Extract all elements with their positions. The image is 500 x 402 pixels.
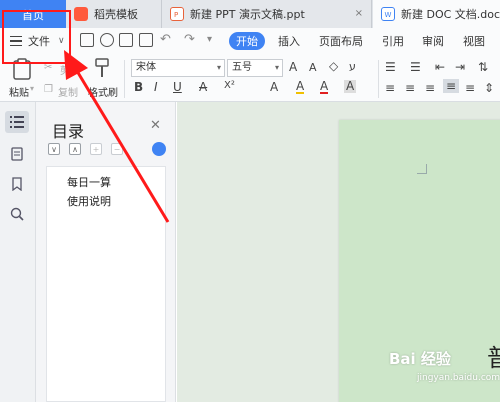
- tab-daoke-label: 稻壳模板: [94, 8, 138, 21]
- menu-review[interactable]: 审阅: [422, 33, 444, 49]
- smart-toc-icon[interactable]: [152, 142, 166, 156]
- menu-references[interactable]: 引用: [382, 33, 404, 49]
- menu-start-label: 开始: [236, 35, 258, 48]
- copy-label: 复制: [58, 88, 78, 99]
- watermark-url: jingyan.baidu.com: [417, 373, 500, 383]
- close-icon[interactable]: ×: [355, 8, 363, 19]
- toc-item-daily-calc[interactable]: 每日一算: [67, 174, 111, 190]
- menu-page-layout[interactable]: 页面布局: [319, 33, 363, 49]
- document-icon: [11, 147, 23, 161]
- decrease-indent-icon[interactable]: ⇤: [435, 60, 445, 74]
- char-shading-button[interactable]: A: [344, 80, 357, 93]
- menu-start[interactable]: 开始: [229, 32, 265, 50]
- toc-panel-button[interactable]: [5, 111, 29, 133]
- margin-corner-mark: [417, 164, 427, 174]
- font-name-select[interactable]: 宋体 ▾: [131, 59, 225, 77]
- toc-list: 每日一算 使用说明: [46, 166, 166, 402]
- tab-ppt-document[interactable]: P 新建 PPT 演示文稿.ppt ×: [162, 0, 372, 28]
- paste-dropdown-icon[interactable]: ▾: [30, 84, 34, 93]
- search-icon: [10, 207, 24, 221]
- align-right-icon[interactable]: ≡: [425, 81, 435, 95]
- font-size-select[interactable]: 五号 ▾: [227, 59, 283, 77]
- svg-text:P: P: [174, 11, 178, 18]
- chevron-down-icon: ▾: [216, 63, 221, 72]
- collapse-all-icon[interactable]: ∨: [48, 143, 60, 155]
- tab-bar: 首页 稻壳模板 P 新建 PPT 演示文稿.ppt × W 新建 DOC 文档.…: [0, 0, 500, 28]
- redo-icon[interactable]: ↷: [184, 32, 195, 47]
- add-heading-icon[interactable]: +: [90, 143, 102, 155]
- svg-text:W: W: [385, 11, 392, 18]
- font-color-button[interactable]: A: [320, 80, 329, 94]
- customize-dropdown-icon[interactable]: ▾: [207, 34, 212, 45]
- chevron-down-icon: ▾: [274, 63, 279, 72]
- ppt-file-icon: P: [170, 7, 184, 21]
- line-spacing-icon[interactable]: ⇕: [484, 81, 494, 95]
- toc-panel: 目录 ✕ ∨ ∧ + − 每日一算 使用说明: [36, 102, 176, 402]
- grow-font-button[interactable]: A: [289, 60, 297, 74]
- document-text: 普: [487, 344, 500, 372]
- export-icon[interactable]: [100, 33, 114, 47]
- expand-all-icon[interactable]: ∧: [69, 143, 81, 155]
- brush-icon: [95, 58, 109, 77]
- bullet-list-icon[interactable]: ☰: [385, 60, 396, 74]
- ribbon-separator: [378, 60, 379, 98]
- doc-file-icon: W: [381, 7, 395, 21]
- tab-doc-label: 新建 DOC 文档.doc: [401, 8, 500, 21]
- print-preview-icon[interactable]: [139, 33, 153, 47]
- save-icon[interactable]: [80, 33, 94, 47]
- close-icon[interactable]: ✕: [150, 118, 161, 133]
- phonetic-guide-icon[interactable]: ע: [349, 60, 356, 73]
- highlight-annotation-box: [2, 10, 71, 64]
- format-painter-button[interactable]: [92, 57, 120, 81]
- tab-daoke-templates[interactable]: 稻壳模板: [66, 0, 162, 28]
- distribute-icon[interactable]: ≡: [465, 81, 475, 95]
- cut-label: 剪: [60, 66, 70, 77]
- ribbon-toolbar: 粘贴 ▾ ✂ 剪 ❐ 复制 格式刷 宋体 ▾ 五号 ▾ A A ◇ ע B I …: [0, 54, 500, 102]
- toc-item-instructions[interactable]: 使用说明: [67, 193, 111, 209]
- ribbon-separator: [124, 60, 125, 98]
- tab-doc-document[interactable]: W 新建 DOC 文档.doc: [373, 0, 500, 28]
- align-left-icon[interactable]: ≡: [385, 81, 395, 95]
- document-canvas[interactable]: 普 Bai 经验 jingyan.baidu.com: [177, 102, 500, 402]
- align-center-icon[interactable]: ≡: [405, 81, 415, 95]
- font-size-value: 五号: [232, 62, 252, 73]
- italic-button[interactable]: I: [154, 80, 158, 94]
- font-name-value: 宋体: [136, 62, 156, 73]
- print-icon[interactable]: [119, 33, 133, 47]
- paste-label: 粘贴: [9, 88, 29, 99]
- find-panel-button[interactable]: [5, 203, 29, 225]
- menu-bar: 文件 ∨ ↶ ↷ ▾ 开始 插入 页面布局 引用 审阅 视图: [0, 28, 500, 54]
- sort-icon[interactable]: ⇅: [478, 60, 488, 74]
- pages-panel-button[interactable]: [5, 143, 29, 165]
- text-effect-button[interactable]: A: [270, 80, 278, 94]
- watermark-logo: Bai 经验: [389, 350, 451, 368]
- bold-button[interactable]: B: [134, 80, 143, 94]
- daoke-logo-icon: [74, 7, 88, 21]
- toc-title: 目录: [52, 122, 85, 141]
- strikethrough-button[interactable]: A: [199, 80, 207, 94]
- navigation-rail: [0, 102, 36, 402]
- bookmark-icon: [12, 177, 22, 191]
- highlight-button[interactable]: A: [296, 80, 305, 94]
- numbered-list-icon[interactable]: ☰: [410, 60, 421, 74]
- format-painter-label: 格式刷: [88, 88, 118, 99]
- superscript-button[interactable]: X²: [224, 80, 235, 91]
- menu-insert[interactable]: 插入: [278, 33, 300, 49]
- menu-view[interactable]: 视图: [463, 33, 485, 49]
- list-icon: [10, 116, 24, 128]
- increase-indent-icon[interactable]: ⇥: [455, 60, 465, 74]
- bookmark-panel-button[interactable]: [5, 173, 29, 195]
- undo-icon[interactable]: ↶: [160, 32, 171, 47]
- tab-ppt-label: 新建 PPT 演示文稿.ppt: [190, 8, 305, 21]
- shrink-font-button[interactable]: A: [309, 61, 317, 74]
- justify-icon[interactable]: ≡: [443, 79, 460, 93]
- copy-icon[interactable]: ❐: [44, 84, 53, 95]
- clear-format-icon[interactable]: ◇: [329, 59, 338, 73]
- remove-heading-icon[interactable]: −: [111, 143, 123, 155]
- underline-button[interactable]: U: [173, 80, 182, 94]
